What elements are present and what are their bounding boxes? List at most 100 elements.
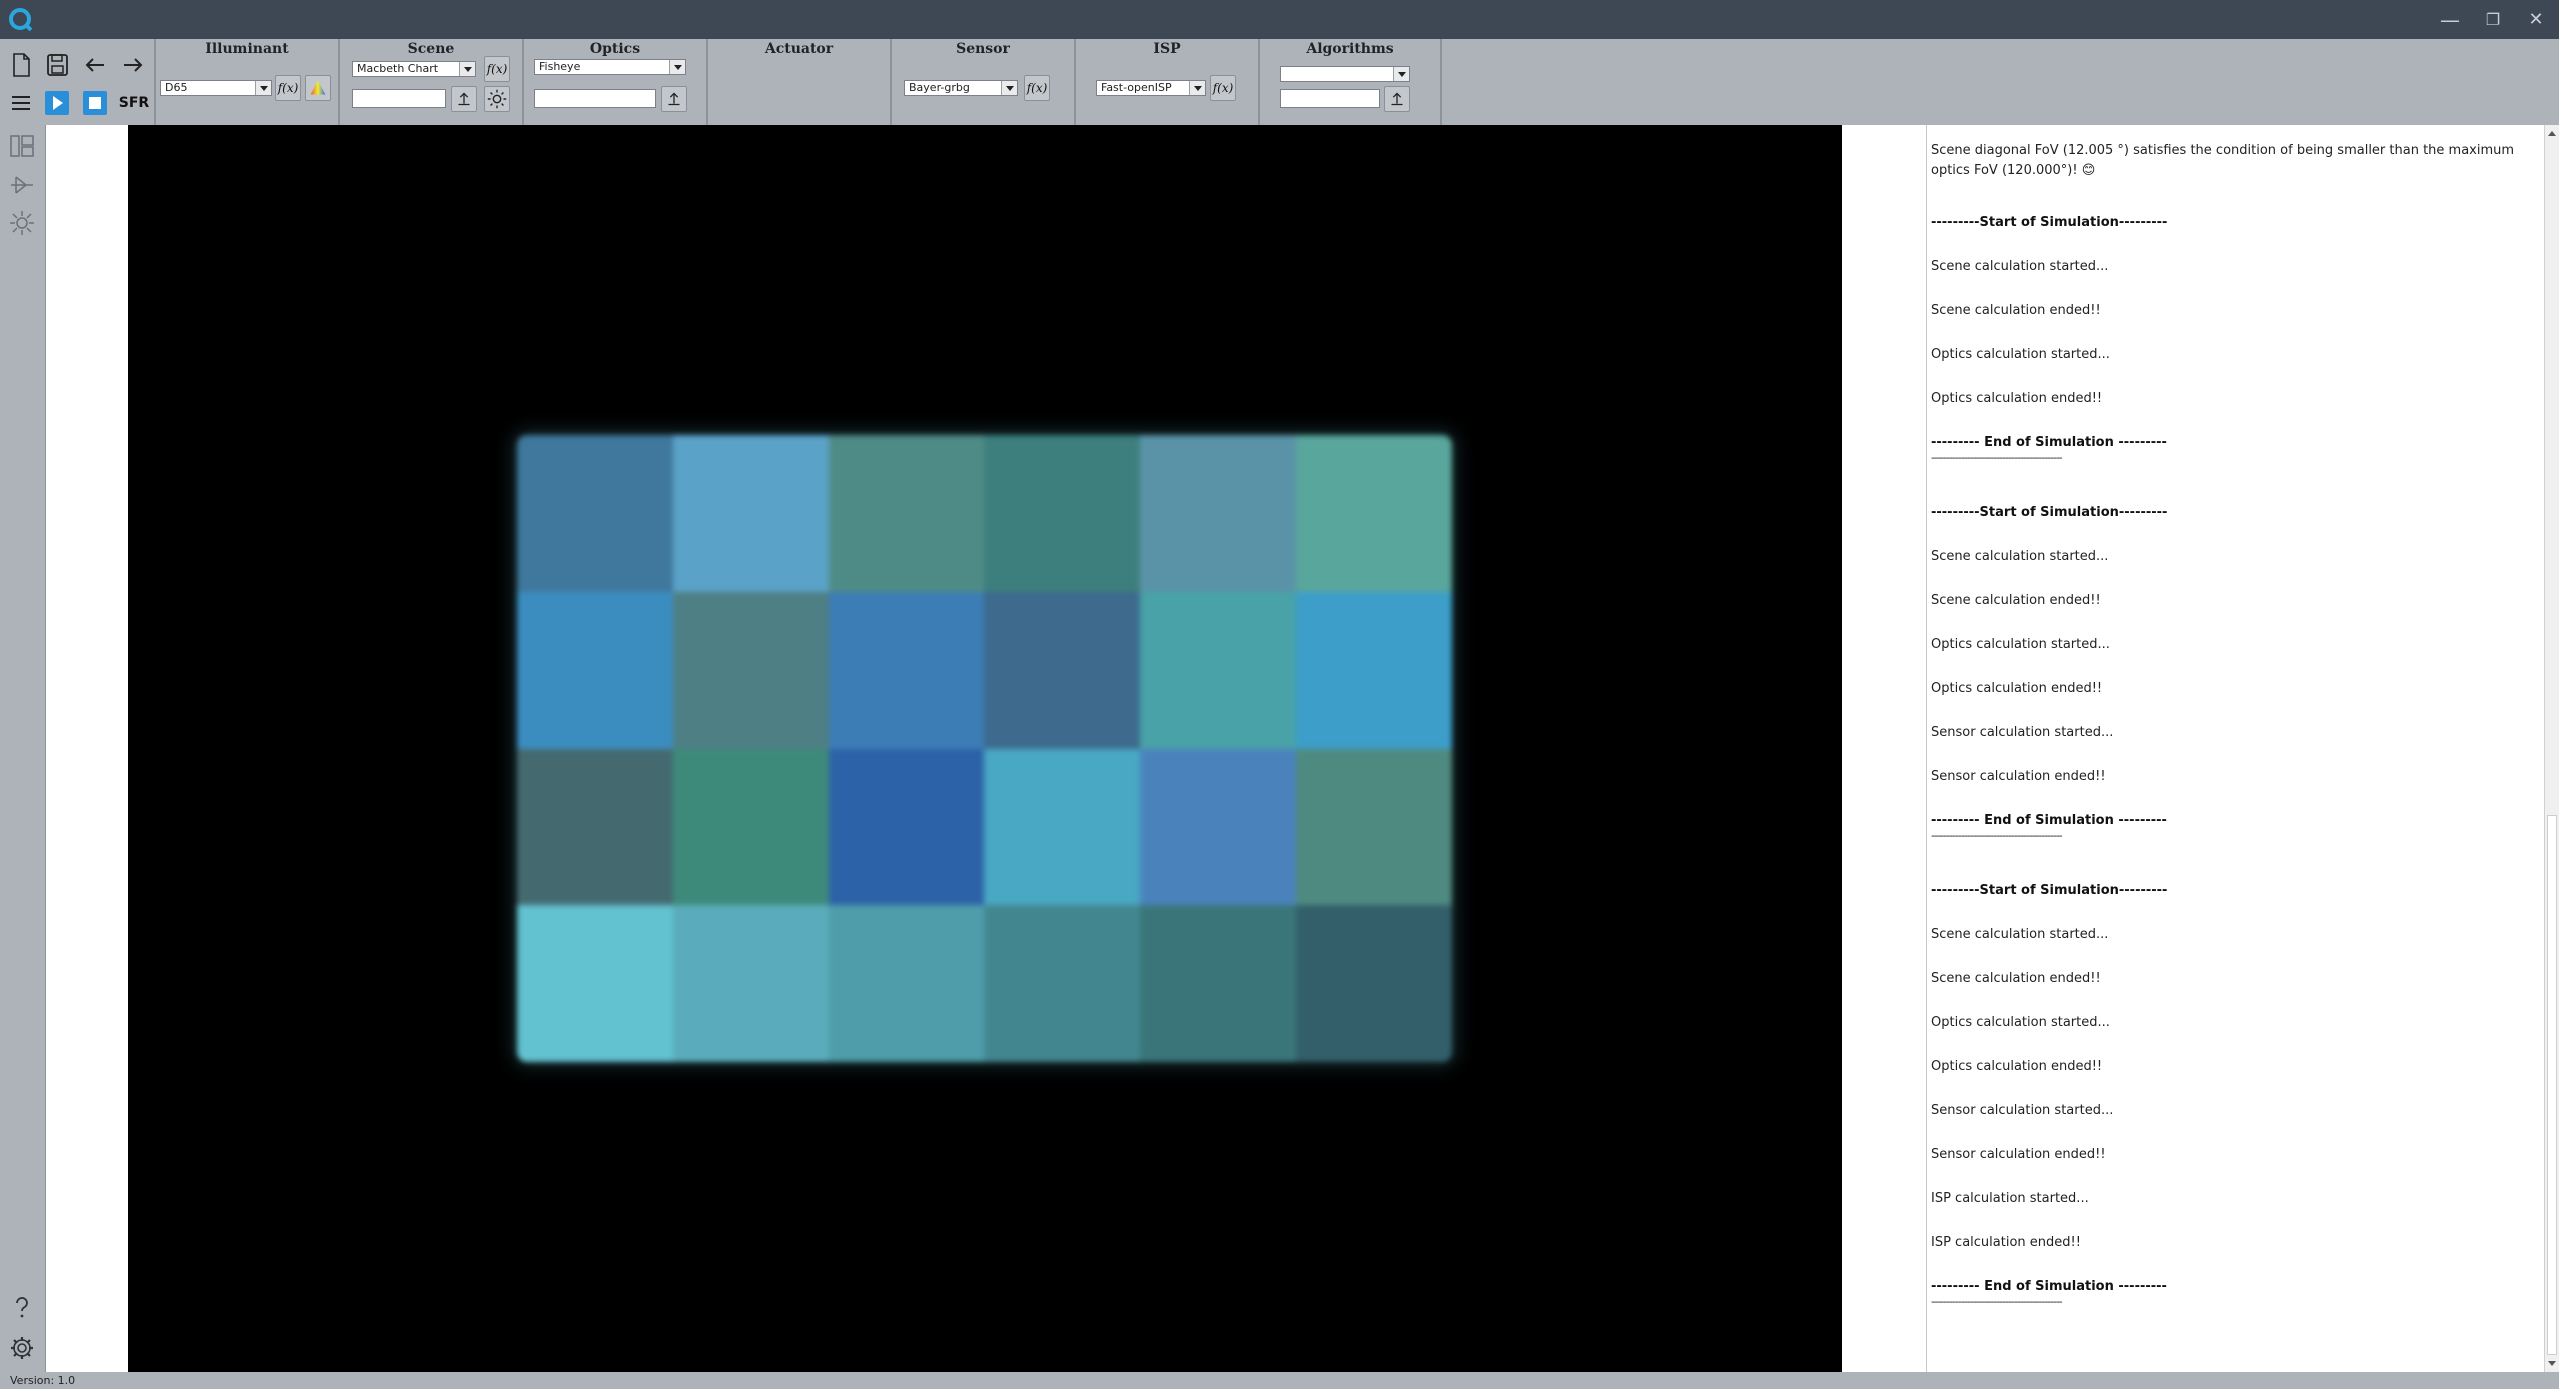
chart-patch [672, 435, 829, 592]
actuator-group: Actuator [708, 39, 892, 125]
chart-patch [828, 905, 985, 1062]
log-end-line: --------- End of Simulation --------- [1931, 1279, 2167, 1294]
app-logo-icon [9, 8, 33, 32]
restore-button[interactable]: ❐ [2470, 4, 2516, 36]
chevron-down-icon [255, 81, 271, 95]
chart-patch [1296, 591, 1452, 749]
scroll-down-icon[interactable] [2548, 1361, 2556, 1366]
left-sidebar [0, 125, 46, 1372]
chart-patch [1296, 748, 1452, 906]
back-arrow-icon[interactable] [80, 50, 110, 80]
log-fov-message: Scene diagonal FoV (12.005 °) satisfies … [1931, 143, 2515, 178]
actuator-title: Actuator [764, 41, 834, 57]
sensor-dropdown[interactable]: Bayer-grbg [904, 80, 1018, 96]
sensor-fx-button[interactable]: f(x) [1024, 75, 1050, 101]
settings-gear-icon[interactable] [8, 1334, 36, 1362]
play-button-icon[interactable] [42, 88, 72, 118]
chart-patch [1140, 591, 1297, 749]
close-button[interactable]: ✕ [2513, 4, 2559, 36]
minimize-button[interactable]: — [2427, 4, 2473, 36]
chart-patch [1140, 748, 1297, 906]
log-line: Scene calculation started... [1931, 549, 2109, 564]
log-line: Scene calculation started... [1931, 259, 2109, 274]
log-end-rule: ----------------------------------------… [1931, 451, 2063, 464]
sensor-title: Sensor [956, 41, 1010, 57]
illuminant-dropdown[interactable]: D65 [160, 80, 272, 96]
chart-patch [517, 905, 673, 1062]
chevron-down-icon [1001, 81, 1017, 95]
algorithms-title: Algorithms [1306, 41, 1394, 57]
optics-input[interactable] [534, 89, 656, 108]
viewer-margin [46, 125, 128, 1372]
chart-patch [672, 591, 829, 749]
scene-settings-sun-icon[interactable] [484, 86, 510, 112]
light-settings-icon[interactable] [8, 209, 36, 237]
algorithms-group: Algorithms [1260, 39, 1442, 125]
save-icon[interactable] [42, 50, 72, 80]
illuminant-fx-button[interactable]: f(x) [275, 75, 301, 101]
scrollbar-thumb[interactable] [2547, 815, 2557, 1355]
isp-fx-button[interactable]: f(x) [1210, 75, 1236, 101]
macbeth-chart-render [517, 435, 1452, 1062]
chart-patch [672, 905, 829, 1062]
chart-patch [672, 748, 829, 906]
log-line: Scene calculation ended!! [1931, 303, 2101, 318]
optics-group: Optics Fisheye [524, 39, 708, 125]
algorithms-dropdown[interactable] [1280, 66, 1410, 82]
log-start-line: ---------Start of Simulation--------- [1931, 883, 2168, 898]
isp-dropdown[interactable]: Fast-openISP [1096, 80, 1206, 96]
algorithms-input[interactable] [1280, 89, 1380, 108]
illuminant-group: Illuminant D65 f(x) [156, 39, 340, 125]
sfr-button[interactable]: SFR [116, 88, 152, 118]
optics-upload-icon[interactable] [661, 86, 687, 112]
log-line: Sensor calculation ended!! [1931, 769, 2106, 784]
sensor-selected: Bayer-grbg [909, 81, 970, 94]
simulation-log-panel: Scene diagonal FoV (12.005 °) satisfies … [1927, 125, 2544, 1372]
scene-fx-button[interactable]: f(x) [484, 56, 510, 82]
menu-icon[interactable] [6, 88, 36, 118]
status-bar: Version: 1.0 [0, 1372, 2559, 1389]
log-line: Optics calculation started... [1931, 1015, 2110, 1030]
log-line: Optics calculation started... [1931, 347, 2110, 362]
chevron-down-icon [1393, 67, 1409, 81]
help-icon[interactable] [8, 1293, 36, 1321]
scroll-up-icon[interactable] [2548, 131, 2556, 136]
scene-input[interactable] [352, 89, 446, 108]
log-line: Sensor calculation started... [1931, 725, 2114, 740]
log-end-rule: ----------------------------------------… [1931, 829, 2063, 842]
chart-patch [517, 435, 673, 592]
pipeline-icon[interactable] [8, 171, 36, 199]
scene-dropdown[interactable]: Macbeth Chart [352, 61, 476, 77]
log-line: ISP calculation started... [1931, 1191, 2089, 1206]
chart-patch [517, 591, 673, 749]
scene-group: Scene Macbeth Chart f(x) [340, 39, 524, 125]
chart-patch [984, 435, 1141, 592]
log-content: Scene diagonal FoV (12.005 °) satisfies … [1931, 141, 2531, 1331]
log-line: Optics calculation started... [1931, 637, 2110, 652]
algorithms-upload-icon[interactable] [1384, 86, 1410, 112]
chart-patch [517, 748, 673, 906]
chevron-down-icon [669, 60, 685, 74]
optics-selected: Fisheye [539, 60, 581, 73]
sensor-group: Sensor Bayer-grbg f(x) [892, 39, 1076, 125]
layout-icon[interactable] [8, 132, 36, 160]
new-file-icon[interactable] [6, 50, 36, 80]
stop-button-icon[interactable] [80, 88, 110, 118]
chart-patch [1140, 435, 1297, 592]
isp-selected: Fast-openISP [1101, 81, 1172, 94]
forward-arrow-icon[interactable] [118, 50, 148, 80]
image-viewer[interactable] [128, 125, 1842, 1372]
log-line: Scene calculation ended!! [1931, 971, 2101, 986]
log-line: Scene calculation started... [1931, 927, 2109, 942]
scene-upload-icon[interactable] [451, 86, 477, 112]
log-end-rule: ----------------------------------------… [1931, 1295, 2063, 1308]
optics-dropdown[interactable]: Fisheye [534, 59, 686, 75]
chart-patch [828, 591, 985, 749]
log-line: Optics calculation ended!! [1931, 391, 2103, 406]
spectrum-icon[interactable] [305, 75, 331, 101]
chart-patch [828, 435, 985, 592]
ribbon-toolbar: SFR Illuminant D65 f(x) Scene Macbeth Ch… [0, 39, 2559, 125]
chart-patch [984, 591, 1141, 749]
log-line: Scene calculation ended!! [1931, 593, 2101, 608]
log-scrollbar[interactable] [2544, 125, 2559, 1372]
